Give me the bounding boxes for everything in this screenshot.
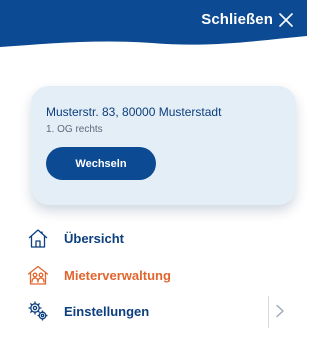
close-icon xyxy=(279,12,293,27)
chevron-right-icon[interactable] xyxy=(275,304,285,323)
gears-icon xyxy=(26,300,50,322)
close-button[interactable]: Schließen xyxy=(201,11,293,28)
nav-label-tenant-management: Mieterverwaltung xyxy=(64,267,171,283)
tenants-icon xyxy=(26,264,50,286)
close-label: Schließen xyxy=(201,11,273,28)
house-icon xyxy=(26,227,50,249)
side-menu: Schließen Musterstr. 83, 80000 Mustersta… xyxy=(0,0,307,349)
nav-divider xyxy=(268,296,269,328)
nav-label-overview: Übersicht xyxy=(64,230,124,246)
address-card: Musterstr. 83, 80000 Musterstadt 1. OG r… xyxy=(31,86,296,205)
nav-label-settings: Einstellungen xyxy=(64,303,150,319)
header-wave xyxy=(0,0,307,47)
floor-text: 1. OG rechts xyxy=(46,124,103,135)
switch-button[interactable]: Wechseln xyxy=(46,147,156,180)
nav-item-overview[interactable]: Übersicht xyxy=(26,227,124,249)
nav-item-tenant-management[interactable]: Mieterverwaltung xyxy=(26,264,171,286)
address-text: Musterstr. 83, 80000 Musterstadt xyxy=(46,105,222,119)
nav-item-settings[interactable]: Einstellungen xyxy=(26,300,149,322)
